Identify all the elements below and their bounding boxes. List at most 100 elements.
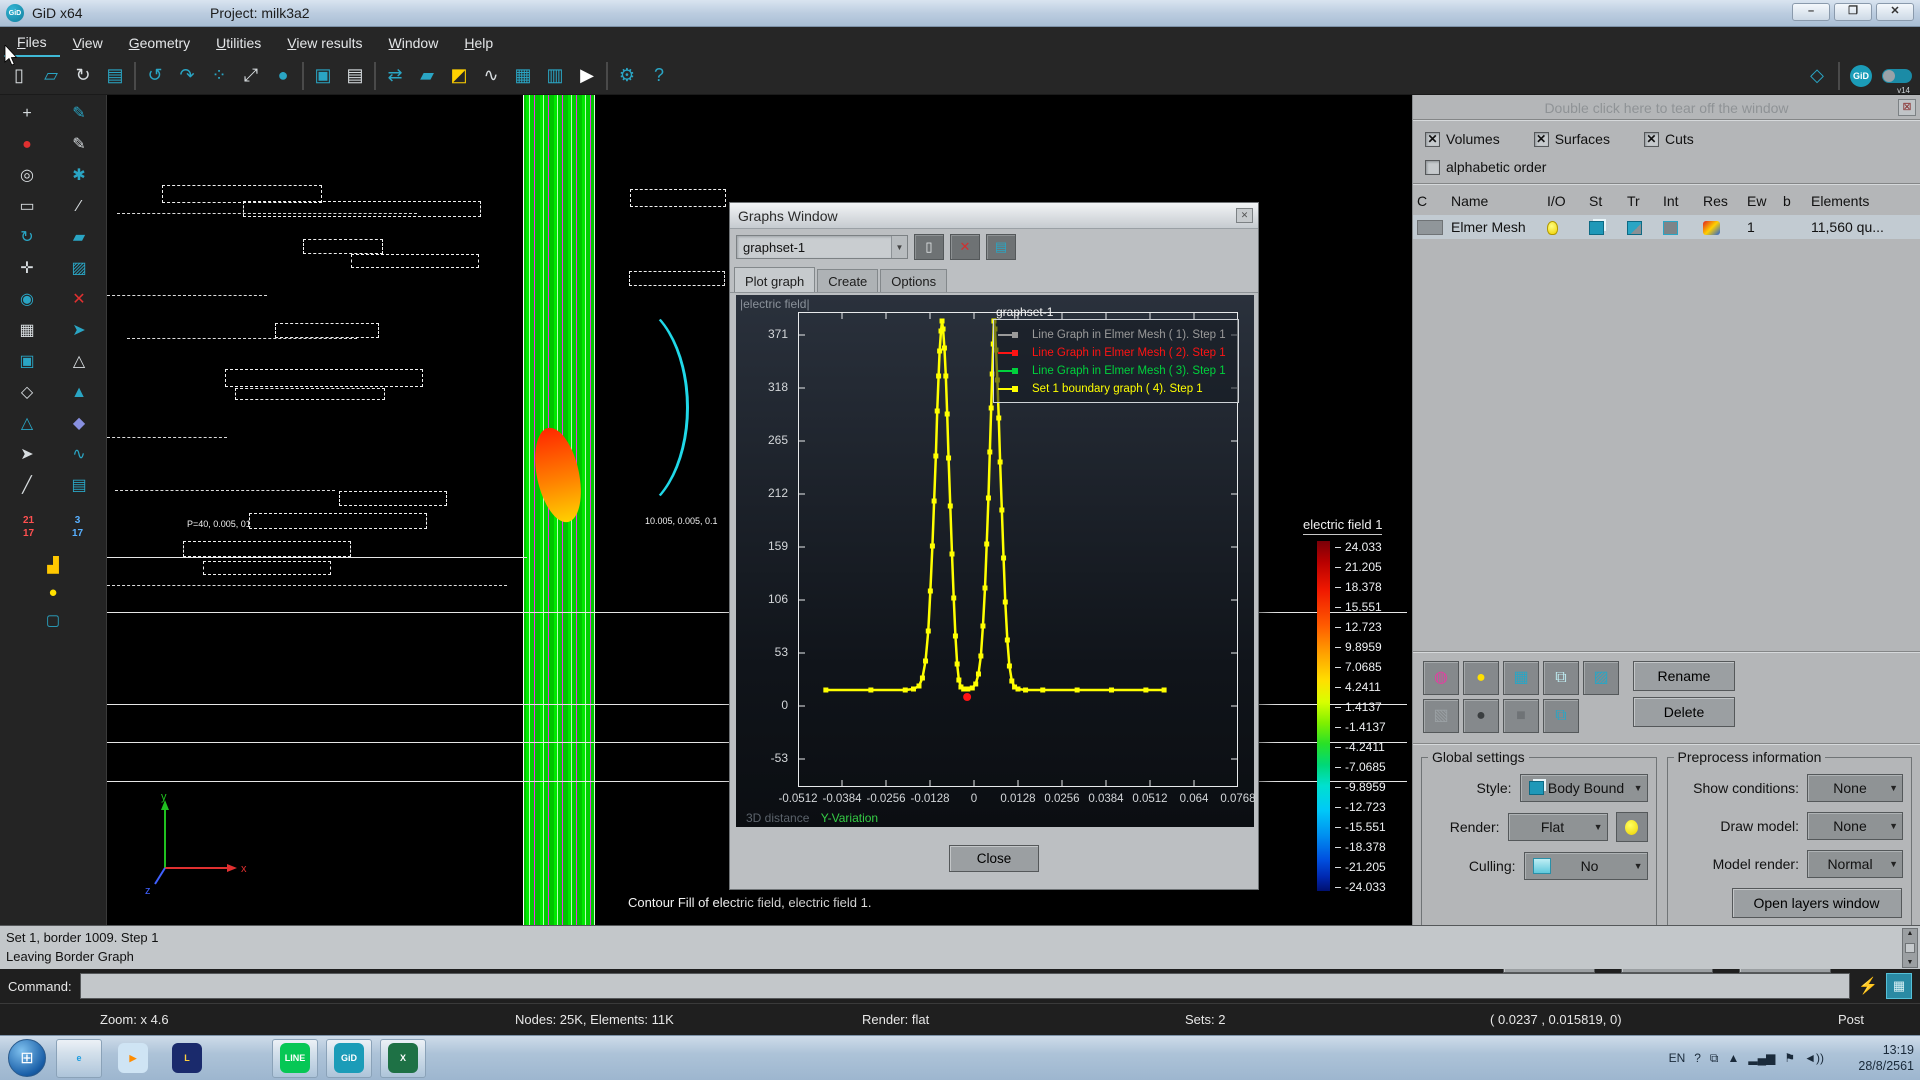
- window-tray-icon[interactable]: ⧉: [1710, 1051, 1719, 1066]
- column-header[interactable]: I/O: [1547, 193, 1589, 209]
- l-app-icon[interactable]: L: [164, 1039, 210, 1078]
- separator[interactable]: [374, 62, 376, 90]
- dialog-title-bar[interactable]: Graphs Window ✕: [730, 203, 1258, 229]
- animation-film-icon[interactable]: ▥: [542, 62, 568, 90]
- crossed-frame-icon[interactable]: ▧: [1423, 699, 1459, 733]
- rename-graphset-icon[interactable]: ▤: [986, 234, 1016, 260]
- style-dropdown[interactable]: Body Bound ▼: [1520, 774, 1648, 802]
- dialog-close-icon[interactable]: ✕: [1236, 208, 1253, 223]
- volume-tool-icon[interactable]: ◆: [56, 411, 102, 438]
- dialog-tab[interactable]: Plot graph: [734, 267, 815, 292]
- swap-geometry-icon[interactable]: ⇄: [382, 62, 408, 90]
- start-button[interactable]: ⊞: [8, 1039, 46, 1077]
- rename-button[interactable]: Rename: [1633, 661, 1735, 691]
- delete-graphset-icon[interactable]: ✕: [950, 234, 980, 260]
- select-tool-icon[interactable]: ➤: [4, 442, 50, 469]
- arrow-tool-icon[interactable]: ➤: [56, 318, 102, 345]
- checkbox-checked-icon[interactable]: ✕: [1425, 132, 1440, 147]
- menu-item[interactable]: Utilities: [203, 30, 274, 56]
- dialog-tab[interactable]: Options: [880, 269, 947, 292]
- column-header[interactable]: Name: [1451, 193, 1547, 209]
- light-button[interactable]: [1616, 812, 1648, 842]
- network-signal-icon[interactable]: ▂▄▆: [1748, 1051, 1775, 1065]
- menu-item[interactable]: Window: [376, 30, 452, 56]
- graphs-window-icon[interactable]: ∿: [478, 62, 504, 90]
- column-header[interactable]: C: [1417, 193, 1451, 209]
- transparency-icon[interactable]: [1627, 221, 1642, 235]
- internet-explorer-icon[interactable]: e: [56, 1039, 102, 1078]
- draw-model-dropdown[interactable]: None ▼: [1807, 812, 1903, 840]
- minimize-button[interactable]: –: [1792, 3, 1830, 21]
- chevron-down-icon[interactable]: ▼: [891, 236, 907, 258]
- dialog-close-button[interactable]: Close: [949, 845, 1039, 872]
- delete-button[interactable]: Delete: [1633, 697, 1735, 727]
- image-tool-icon[interactable]: ▣: [4, 349, 50, 376]
- open-layers-window-button[interactable]: Open layers window: [1732, 888, 1902, 918]
- color-bars-icon[interactable]: ▟: [47, 556, 59, 574]
- show-hidden-icons[interactable]: ▲: [1728, 1051, 1740, 1065]
- command-input[interactable]: [80, 973, 1851, 999]
- taskbar-clock[interactable]: 13:19 28/8/2561: [1858, 1042, 1914, 1074]
- checkbox-checked-icon[interactable]: ✕: [1534, 132, 1549, 147]
- x-axis-option-3d-distance[interactable]: 3D distance: [746, 811, 809, 825]
- curve-tool-icon[interactable]: ∿: [56, 442, 102, 469]
- version-toggle[interactable]: [1882, 69, 1912, 83]
- open-folder-icon[interactable]: ▱: [38, 62, 64, 90]
- volume-icon[interactable]: ◄)): [1804, 1051, 1824, 1065]
- contour-fill-icon[interactable]: ◩: [446, 62, 472, 90]
- bulb-on-icon[interactable]: ●: [1463, 661, 1499, 695]
- zoom-rotate-eye-icon[interactable]: ↺: [142, 62, 168, 90]
- message-scrollbar[interactable]: ▲ ▼: [1902, 928, 1918, 968]
- pencil-tool-icon[interactable]: ✎: [56, 101, 102, 128]
- column-header[interactable]: Tr: [1627, 193, 1663, 209]
- separator[interactable]: [606, 62, 608, 90]
- settings-gears-icon[interactable]: ⚙: [614, 62, 640, 90]
- new-file-icon[interactable]: ▯: [6, 62, 32, 90]
- render-sphere-icon[interactable]: ●: [270, 62, 296, 90]
- list-tool-icon[interactable]: ▤: [56, 473, 102, 500]
- save-icon[interactable]: ▤: [102, 62, 128, 90]
- lightning-icon[interactable]: ⚡: [1858, 976, 1878, 996]
- close-button[interactable]: ✕: [1876, 3, 1914, 21]
- column-header[interactable]: Res: [1703, 193, 1747, 209]
- hatch-lines-icon[interactable]: ▨: [1583, 661, 1619, 695]
- zoom-pan-eye-icon[interactable]: ↷: [174, 62, 200, 90]
- filled-square-icon[interactable]: ■: [1503, 699, 1539, 733]
- sets-list[interactable]: CNameI/OStTrIntResEwbElements Elmer Mesh…: [1413, 185, 1920, 653]
- print-icon[interactable]: ▤: [342, 62, 368, 90]
- refresh-icon[interactable]: ↻: [70, 62, 96, 90]
- column-header[interactable]: Int: [1663, 193, 1703, 209]
- brush-tool-icon[interactable]: ▰: [56, 225, 102, 252]
- column-header[interactable]: Ew: [1747, 193, 1783, 209]
- slash-tool-icon[interactable]: ╱: [4, 473, 50, 500]
- render-dropdown[interactable]: Flat ▼: [1508, 813, 1608, 841]
- color-swatch[interactable]: [1417, 220, 1443, 235]
- tear-off-strip[interactable]: Double click here to tear off the window…: [1413, 95, 1920, 121]
- line-tool-icon[interactable]: ∕: [56, 194, 102, 221]
- menu-item[interactable]: Help: [451, 30, 506, 56]
- action-center-flag-icon[interactable]: ⚑: [1784, 1051, 1795, 1065]
- checkbox-checked-icon[interactable]: ✕: [1644, 132, 1659, 147]
- clear-selection-icon[interactable]: ◇: [1804, 62, 1830, 90]
- result-rainbow-icon[interactable]: [1703, 221, 1720, 235]
- star-tool-icon[interactable]: ✱: [56, 163, 102, 190]
- entity-checkbox[interactable]: ✕ Cuts: [1644, 131, 1694, 147]
- monitor-icon[interactable]: ▢: [46, 611, 60, 629]
- scroll-down-icon[interactable]: ▼: [1907, 959, 1914, 966]
- zoom-tool-icon[interactable]: ◎: [4, 163, 50, 190]
- help-tray-icon[interactable]: ?: [1694, 1051, 1701, 1065]
- menu-item[interactable]: Geometry: [116, 30, 203, 56]
- x-axis-option-y-variation[interactable]: Y-Variation: [821, 811, 878, 825]
- alphabetic-order-checkbox[interactable]: alphabetic order: [1425, 159, 1908, 175]
- graphset-combobox[interactable]: graphset-1 ▼: [736, 235, 908, 259]
- play-icon[interactable]: ▶: [574, 62, 600, 90]
- scroll-up-icon[interactable]: ▲: [1907, 930, 1914, 937]
- hatch-tool-icon[interactable]: ▨: [56, 256, 102, 283]
- move-tool-icon[interactable]: +: [4, 101, 50, 128]
- visibility-bulb-icon[interactable]: [1547, 221, 1558, 235]
- color-wheel-icon[interactable]: ◍: [1423, 661, 1459, 695]
- grid-teal-icon[interactable]: ▦: [1503, 661, 1539, 695]
- zoom-points-eye-icon[interactable]: ⁘: [206, 62, 232, 90]
- surface-tool-icon[interactable]: △: [4, 411, 50, 438]
- pan-tool-icon[interactable]: ✛: [4, 256, 50, 283]
